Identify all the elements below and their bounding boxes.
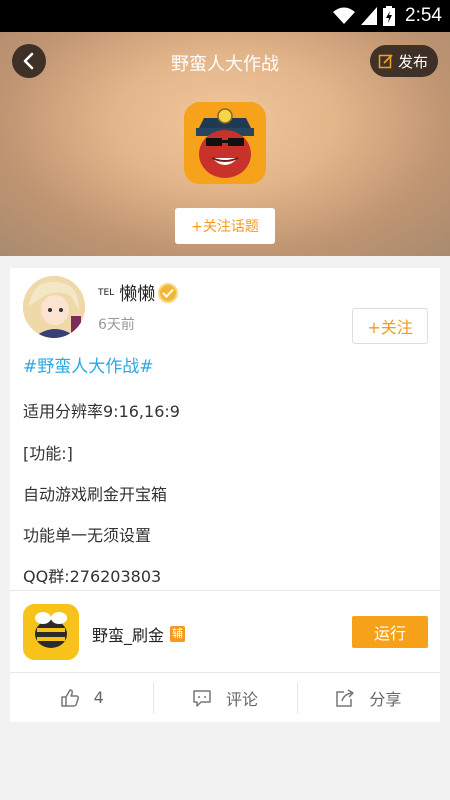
share-button[interactable]: 分享 [296,673,440,722]
post-line: 功能单一无须设置 [23,526,152,545]
user-name: 懒懒 [119,284,156,305]
game-icon [184,102,266,184]
publish-button[interactable]: 发布 [369,45,438,77]
action-bar: 4 评论 分享 [10,673,440,722]
share-icon [336,688,355,707]
publish-label: 发布 [397,52,428,71]
comment-button[interactable]: 评论 [153,673,296,722]
share-label: 分享 [369,689,402,709]
app-name: 野蛮_刷金 [92,626,165,645]
post-line: [功能:] [23,444,73,463]
app-name-row[interactable]: 野蛮_刷金 辅 [92,622,186,646]
post-line: 自动游戏刷金开宝箱 [23,485,168,504]
like-button[interactable]: 4 [10,673,153,722]
edit-icon [378,54,393,69]
run-button[interactable]: 运行 [352,616,428,648]
verified-icon [158,283,179,303]
wifi-icon [333,7,356,24]
post-line: 适用分辨率9:16,16:9 [23,402,180,421]
status-bar: 2:54 [0,0,450,32]
topic-tag[interactable]: #野蛮人大作战# [23,352,154,377]
post-line: QQ群:276203803 [23,567,162,586]
post-card: TEL 懒懒 6天前 +关注 #野蛮人大作战# 适用分辨率9:16,16:9 [… [10,268,440,722]
signal-icon [361,7,378,25]
status-icons: 2:54 [333,5,442,27]
avatar[interactable] [23,276,85,338]
follow-button[interactable]: +关注 [352,308,428,344]
app-icon[interactable] [23,604,79,660]
assist-badge: 辅 [170,626,186,642]
battery-icon [383,6,396,26]
comment-label: 评论 [225,689,258,709]
post-time: 6天前 [98,317,135,333]
topic-header: 野蛮人大作战 发布 +关注话题 [0,32,450,256]
status-time: 2:54 [405,5,442,26]
user-name-row[interactable]: TEL 懒懒 [98,280,179,306]
tel-mark: TEL [98,288,115,298]
like-count: 4 [93,688,104,707]
follow-topic-button[interactable]: +关注话题 [175,208,275,244]
thumbs-up-icon [60,688,79,707]
comment-icon [193,689,211,707]
divider [10,590,440,591]
